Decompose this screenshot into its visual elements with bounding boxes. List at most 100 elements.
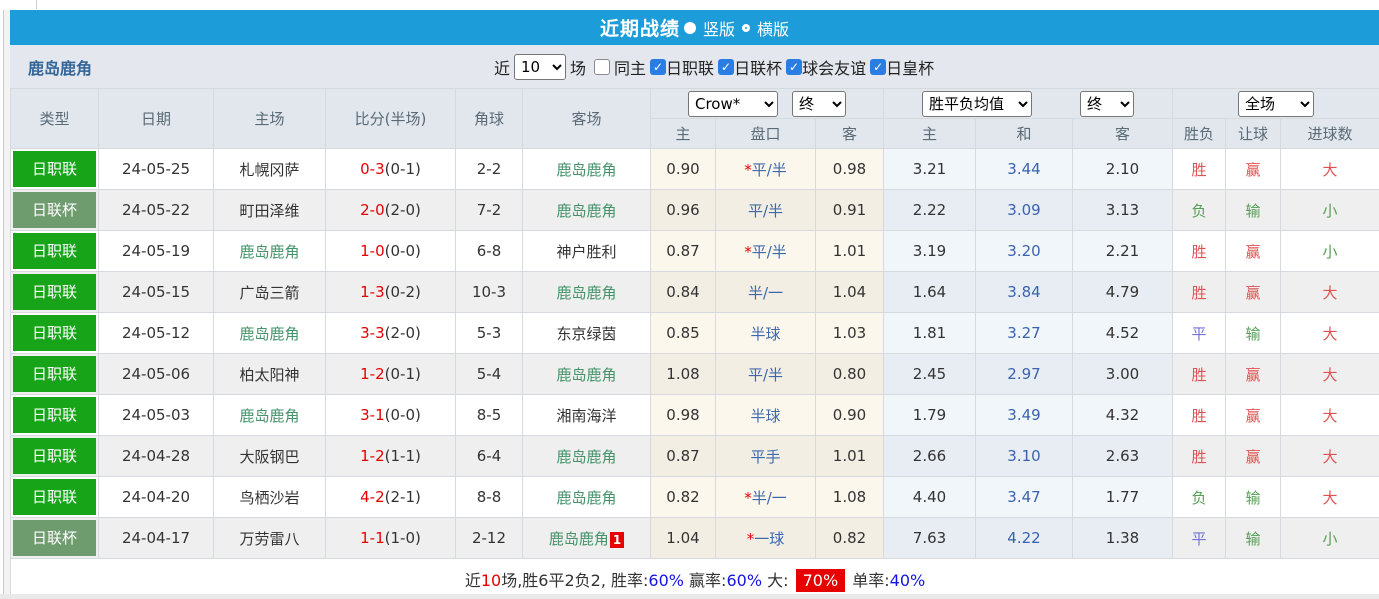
league-checkbox[interactable]: ✓	[870, 58, 887, 75]
away-team[interactable]: 鹿岛鹿角	[522, 189, 651, 231]
result-wdl: 平	[1172, 517, 1226, 559]
league-badge: 日职联	[13, 274, 96, 310]
vertical-layout-radio[interactable]	[683, 21, 696, 34]
result-goals: 小	[1279, 517, 1379, 559]
ah-home-odds: 1.08	[650, 353, 716, 395]
result-wdl: 胜	[1172, 230, 1226, 272]
corner-count: 5-3	[455, 312, 523, 354]
league-type-cell: 日职联	[10, 394, 99, 436]
horizontal-layout-radio[interactable]	[742, 23, 750, 32]
page-left-gutter	[0, 0, 10, 599]
handicap-time-select[interactable]: 终	[792, 90, 846, 117]
away-team[interactable]: 鹿岛鹿角	[522, 435, 651, 477]
handicap-text: 平/半	[751, 242, 787, 261]
home-team[interactable]: 柏太阳神	[213, 353, 326, 395]
result-wdl: 负	[1172, 189, 1226, 231]
summary-part: 10	[480, 570, 502, 590]
sub-header-eu-draw: 和	[975, 118, 1073, 149]
eu-draw-odds: 3.09	[975, 189, 1073, 231]
recent-count-select[interactable]: 10	[514, 53, 567, 80]
result-wdl: 胜	[1172, 271, 1226, 313]
home-team[interactable]: 鸟栖沙岩	[213, 476, 326, 518]
odds-company-select[interactable]: Crow*	[688, 90, 778, 117]
league-checkbox[interactable]: ✓	[650, 58, 667, 75]
result-handicap: 输	[1225, 312, 1281, 354]
europe-time-select[interactable]: 终	[1080, 90, 1134, 117]
ah-away-odds: 1.04	[815, 271, 884, 313]
eu-draw-odds: 4.22	[975, 517, 1073, 559]
result-wdl: 胜	[1172, 435, 1226, 477]
home-team[interactable]: 鹿岛鹿角	[213, 230, 326, 272]
result-handicap: 输	[1225, 517, 1281, 559]
full-score: 3-3	[360, 324, 385, 342]
score-cell: 1-0(0-0)	[325, 230, 456, 272]
filter-bar: 鹿岛鹿角 近 10 场 同主 ✓ 日职联 ✓ 日联杯 ✓ 球会友谊 ✓ 日皇杯	[10, 45, 1379, 88]
league-checkbox[interactable]: ✓	[718, 58, 735, 75]
star-mark: *	[744, 160, 752, 179]
league-type-cell: 日职联	[10, 353, 99, 395]
sub-header-handicap-result: 让球	[1225, 118, 1281, 149]
ah-away-odds: 0.98	[815, 148, 884, 190]
home-team[interactable]: 广岛三箭	[213, 271, 326, 313]
same-home-checkbox[interactable]	[594, 58, 611, 75]
league-badge: 日职联	[13, 397, 96, 433]
home-team[interactable]: 町田泽维	[213, 189, 326, 231]
away-team[interactable]: 神户胜利	[522, 230, 651, 272]
away-team[interactable]: 鹿岛鹿角	[522, 476, 651, 518]
away-team[interactable]: 东京绿茵	[522, 312, 651, 354]
summary-part: 60%	[648, 570, 684, 590]
home-team[interactable]: 万劳雷八	[213, 517, 326, 559]
eu-home-odds: 2.22	[883, 189, 976, 231]
score-cell: 3-1(0-0)	[325, 394, 456, 436]
matches-label: 场	[570, 58, 587, 78]
result-handicap: 赢	[1225, 394, 1281, 436]
eu-draw-odds: 3.27	[975, 312, 1073, 354]
league-badge: 日职联	[13, 479, 96, 515]
half-score: (0-1)	[384, 365, 421, 383]
home-team[interactable]: 大阪钢巴	[213, 435, 326, 477]
corner-count: 8-5	[455, 394, 523, 436]
ah-away-odds: 0.82	[815, 517, 884, 559]
away-team[interactable]: 湘南海洋	[522, 394, 651, 436]
ah-away-odds: 0.80	[815, 353, 884, 395]
handicap-text: 一球	[754, 529, 785, 548]
full-score: 1-2	[360, 365, 385, 383]
page-bottom-strip	[0, 594, 1379, 599]
results-table: 类型 日期 主场 比分(半场) 角球 客场 Crow* 终 胜平负均值 终 全场…	[9, 88, 1379, 599]
result-goals: 大	[1279, 476, 1379, 518]
near-label: 近	[494, 58, 511, 78]
ah-line: 半球	[715, 394, 816, 436]
eu-home-odds: 2.45	[883, 353, 976, 395]
match-row: 日职联 24-05-15 广岛三箭 1-3(0-2) 10-3 鹿岛鹿角 0.84 半/一 1.…	[10, 271, 1379, 313]
league-badge: 日职联	[13, 233, 96, 269]
league-label: 球会友谊	[802, 58, 867, 78]
match-date: 24-05-22	[98, 189, 214, 231]
full-score: 1-3	[360, 283, 385, 301]
home-team[interactable]: 鹿岛鹿角	[213, 394, 326, 436]
league-checkbox[interactable]: ✓	[786, 58, 803, 75]
half-score: (0-2)	[384, 283, 421, 301]
eu-draw-odds: 3.47	[975, 476, 1073, 518]
match-scope-select[interactable]: 全场	[1238, 90, 1315, 117]
result-goals: 大	[1279, 312, 1379, 354]
full-score: 1-1	[360, 529, 385, 547]
handicap-text: 平手	[750, 447, 781, 466]
away-team[interactable]: 鹿岛鹿角 1	[522, 517, 651, 559]
page-top-strip	[10, 0, 1379, 10]
europe-odds-select[interactable]: 胜平负均值	[922, 90, 1032, 117]
away-team[interactable]: 鹿岛鹿角	[522, 148, 651, 190]
away-team[interactable]: 鹿岛鹿角	[522, 353, 651, 395]
half-score: (0-1)	[384, 160, 421, 178]
league-badge: 日职联	[13, 315, 96, 351]
same-home-label: 同主	[614, 58, 647, 78]
match-row: 日职联 24-05-06 柏太阳神 1-2(0-1) 5-4 鹿岛鹿角 1.08 平/半 0.8…	[10, 353, 1379, 395]
full-score: 1-2	[360, 447, 385, 465]
result-wdl: 胜	[1172, 353, 1226, 395]
ah-home-odds: 0.90	[650, 148, 716, 190]
match-row: 日联杯 24-05-22 町田泽维 2-0(2-0) 7-2 鹿岛鹿角 0.96 平/半 0.9…	[10, 189, 1379, 231]
away-team[interactable]: 鹿岛鹿角	[522, 271, 651, 313]
home-team[interactable]: 札幌冈萨	[213, 148, 326, 190]
team-name: 鹿岛鹿角	[28, 58, 93, 78]
eu-home-odds: 1.64	[883, 271, 976, 313]
home-team[interactable]: 鹿岛鹿角	[213, 312, 326, 354]
